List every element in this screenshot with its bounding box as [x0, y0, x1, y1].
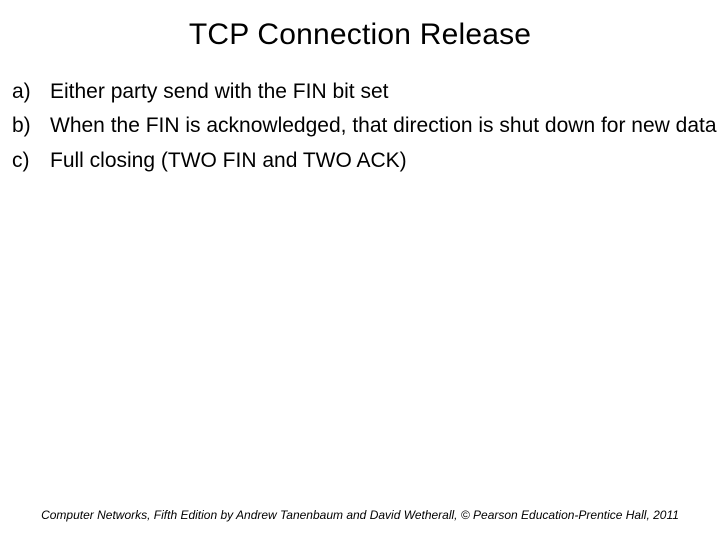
ordered-list: a) Either party send with the FIN bit se… [0, 78, 720, 175]
list-text: When the FIN is acknowledged, that direc… [50, 112, 720, 140]
list-marker: c) [12, 147, 50, 175]
footer-citation: Computer Networks, Fifth Edition by Andr… [0, 508, 720, 522]
slide-title: TCP Connection Release [0, 0, 720, 78]
list-marker: b) [12, 112, 50, 140]
slide: TCP Connection Release a) Either party s… [0, 0, 720, 540]
list-item: a) Either party send with the FIN bit se… [12, 78, 720, 106]
list-item: b) When the FIN is acknowledged, that di… [12, 112, 720, 140]
list-text: Full closing (TWO FIN and TWO ACK) [50, 147, 720, 175]
list-text: Either party send with the FIN bit set [50, 78, 720, 106]
list-marker: a) [12, 78, 50, 106]
list-item: c) Full closing (TWO FIN and TWO ACK) [12, 147, 720, 175]
